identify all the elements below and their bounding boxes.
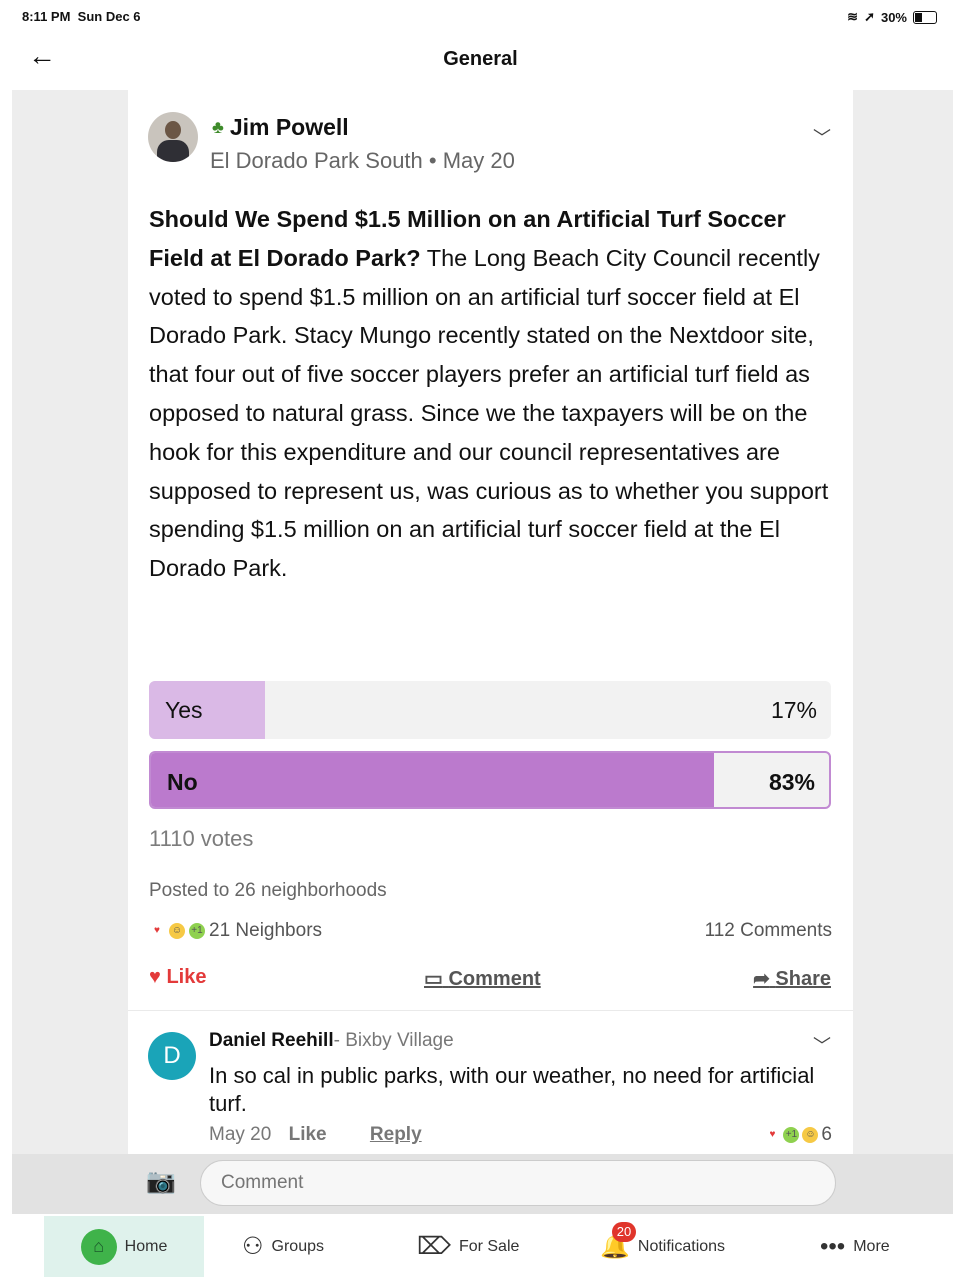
comment-button[interactable]: ▭ Comment [424,966,541,991]
chevron-down-icon[interactable]: ﹀ [813,1032,831,1058]
more-dots-icon: ••• [820,1232,846,1260]
plus-one-icon: +1 [189,923,205,939]
poll-option-no[interactable]: No 83% [149,751,831,809]
commenter-avatar[interactable]: D [148,1032,196,1080]
comment-text: In so cal in public parks, with our weat… [209,1063,815,1116]
battery-percent: 30% [880,9,907,25]
comment-footer: May 20 Like Reply [209,1124,422,1146]
groups-icon: ⚇ [242,1233,264,1260]
wifi-icon: ≋ [847,9,859,24]
camera-icon[interactable]: 📷 [146,1167,176,1196]
post-body: Should We Spend $1.5 Million on an Artif… [149,200,835,588]
status-right: ≋ ➚ 30% [847,9,937,25]
battery-icon [913,10,937,24]
comment-input[interactable] [200,1160,836,1206]
tree-icon: ♣ [212,117,224,137]
smiley-icon: ☺ [802,1127,819,1143]
poll-label-no: No [167,769,198,795]
reaction-summary[interactable]: ♥ ☺ +1 21 Neighbors [149,920,322,942]
comment-reactions[interactable]: ♥ +1 ☺ 6 [764,1124,832,1146]
heart-icon: ♥ [769,1129,776,1140]
author-avatar[interactable] [148,112,198,162]
share-icon: ➦ [753,968,770,990]
chevron-down-icon[interactable]: ﹀ [813,124,831,150]
post-text: The Long Beach City Council recently vot… [149,244,829,582]
page-title: General [443,48,518,70]
comment-composer: 📷 [12,1154,953,1214]
tab-notifications[interactable]: 🔔 20 Notifications [600,1216,725,1277]
poll-label-yes: Yes [165,697,203,723]
smiley-icon: ☺ [169,923,185,939]
tab-home[interactable]: ⌂ Home [44,1216,204,1277]
heart-icon: ♥ [149,966,161,988]
poll-percent-yes: 17% [770,697,817,723]
share-button[interactable]: ➦ Share [753,966,831,991]
notification-badge: 20 [612,1222,636,1242]
poll-fill-no [151,753,714,807]
poll-votes: 1110 votes [149,826,254,851]
comment-date: May 20 [209,1124,272,1145]
status-time: 8:11 PM Sun Dec 6 [22,9,141,24]
tab-more[interactable]: ••• More [820,1216,890,1277]
tab-bar: ⌂ Home ⚇ Groups ⌦ For Sale 🔔 20 Notificat… [12,1216,953,1277]
heart-icon: ♥ [154,925,160,936]
location-icon: ➚ [864,9,875,24]
post-meta: El Dorado Park South • May 20 [210,148,515,173]
post-neighborhood[interactable]: El Dorado Park South [210,148,423,173]
tab-groups[interactable]: ⚇ Groups [242,1216,324,1277]
poll-percent-no: 83% [768,769,815,795]
plus-one-icon: +1 [783,1127,800,1143]
right-gutter [845,90,953,1154]
comment-like-button[interactable]: Like [289,1124,327,1145]
left-gutter [12,90,128,1154]
bell-icon: 🔔 20 [600,1222,636,1261]
comment-bubble-icon: ▭ [424,968,443,990]
tab-for-sale[interactable]: ⌦ For Sale [417,1216,519,1277]
post-date: May 20 [442,148,515,173]
poll-option-yes[interactable]: Yes 17% [149,681,831,739]
comment-location: - Bixby Village [333,1030,454,1051]
divider [128,1010,853,1011]
comment-author[interactable]: Daniel Reehill- Bixby Village [209,1030,454,1052]
post-author[interactable]: ♣ Jim Powell [212,114,349,141]
top-bar: ← General [0,34,961,90]
home-icon: ⌂ [80,1228,117,1265]
comment-reply-button[interactable]: Reply [370,1124,422,1145]
like-button[interactable]: ♥ Like [149,966,206,989]
comment-count[interactable]: 112 Comments [705,920,832,942]
status-bar: 8:11 PM Sun Dec 6 ≋ ➚ 30% [0,0,961,34]
posted-to[interactable]: Posted to 26 neighborhoods [149,880,387,902]
post-card: ♣ Jim Powell El Dorado Park South • May … [128,90,853,1154]
tag-icon: ⌦ [417,1233,451,1260]
